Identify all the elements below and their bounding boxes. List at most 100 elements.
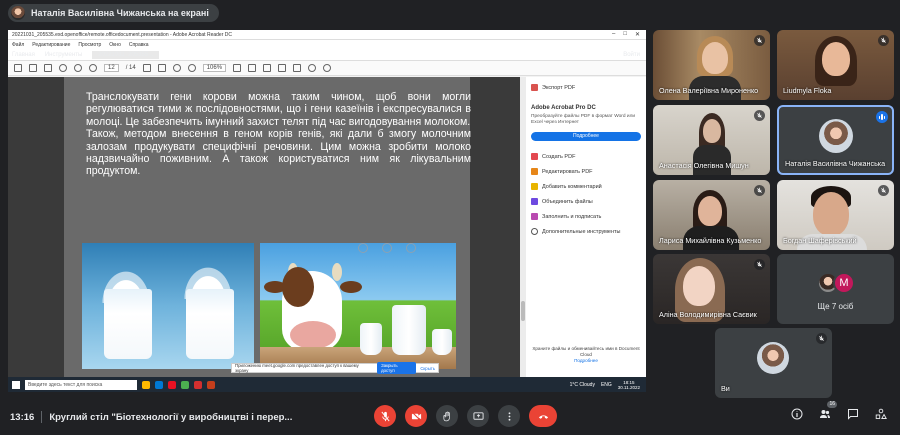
create-pdf-label: Создать PDF [542,153,576,160]
participant-tile[interactable]: Богдан Шаферівський [777,180,894,250]
presenter-indicator[interactable]: Наталія Василівна Чижанська на екрані [8,4,219,22]
chat-button[interactable] [846,407,860,421]
page-number-input[interactable]: 12 [104,64,119,72]
leave-call-button[interactable] [529,405,557,427]
powerpoint-icon[interactable] [207,380,215,389]
participant-tile-active[interactable]: Наталія Василівна Чижанська [777,105,894,175]
tab-tools[interactable]: Инструменты [45,52,82,58]
menu-window[interactable]: Окно [109,42,121,48]
edit-pdf-item[interactable]: Редактировать PDF [531,164,641,179]
tab-home[interactable]: Главная [12,52,35,58]
more-tools-item[interactable]: Дополнительные инструменты [531,224,641,239]
page-up-icon[interactable] [74,64,82,72]
print-icon[interactable] [29,64,37,72]
tools-pane: Экспорт PDF Adobe Acrobat Pro DC Преобра… [526,77,646,392]
language-indicator[interactable]: ENG [601,382,612,388]
combine-files-label: Объединить файлы [542,198,593,205]
hand-tool-icon[interactable] [157,64,166,72]
menu-help[interactable]: Справка [129,42,149,48]
save-icon[interactable] [14,64,22,72]
mic-off-icon [754,259,765,270]
acrobat-window-title: 20221031_205535.exd.openoffice/remote.of… [12,31,232,38]
create-pdf-item[interactable]: Создать PDF [531,149,641,164]
activities-button[interactable] [874,407,888,421]
product-title: Adobe Acrobat Pro DC [531,105,596,111]
comment-icon[interactable] [263,64,272,72]
acrobat-icon[interactable] [194,380,202,389]
people-button[interactable]: 16 [818,401,837,421]
participant-tile[interactable]: Лариса Михайлівна Кузьменко [653,180,770,250]
zoom-select[interactable]: 106% [202,64,227,72]
close-icon[interactable]: ✕ [635,31,640,38]
share-icon[interactable] [323,64,332,72]
taskbar-clock[interactable]: 18:15 30.11.2022 [618,380,640,390]
add-comment-label: Добавить комментарий [542,183,602,190]
select-tool-icon[interactable] [142,64,151,72]
cloud-promo-link[interactable]: Подробнее [531,358,641,364]
meeting-time: 13:16 [10,411,35,423]
sign-in-link[interactable]: Войти [623,52,646,58]
hide-banner-button[interactable]: Скрыть [420,366,435,371]
speaking-indicator-icon [876,111,888,123]
highlight-icon[interactable] [278,64,287,72]
combine-files-item[interactable]: Объединить файлы [531,194,641,209]
sign-icon[interactable] [308,64,317,72]
fill-sign-icon [531,213,538,220]
hand-icon [442,411,450,421]
details-button[interactable]: Подробнее [531,132,641,141]
zoom-in-icon[interactable] [187,64,196,72]
participant-tile[interactable]: Liudmyla Floka [777,30,894,100]
menu-edit[interactable]: Редактирование [32,42,70,48]
search-icon[interactable] [59,64,67,72]
acrobat-tabs: Главная Инструменты 20221031_205355... В… [8,49,646,61]
self-view-tile[interactable]: Ви [715,328,832,398]
page-down-icon[interactable] [89,64,97,72]
camera-toggle-button[interactable] [405,405,427,427]
present-screen-button[interactable] [467,405,489,427]
meeting-details-button[interactable] [790,407,804,421]
explorer-icon[interactable] [142,380,150,389]
divider [41,411,43,423]
document-area[interactable]: Транслокувати гени корови можна таким чи… [8,77,526,392]
call-controls [374,405,557,427]
mic-off-icon[interactable] [358,243,368,253]
participant-tile[interactable]: Анастасія Олегівна Мишун [653,105,770,175]
present-icon [472,411,484,420]
scrollbar-thumb[interactable] [521,301,525,321]
document-tab[interactable]: 20221031_205355... [92,50,160,59]
fit-page-icon[interactable] [233,64,242,72]
windows-start-icon[interactable] [12,380,20,389]
minimize-icon[interactable]: – [612,31,615,38]
self-avatar [757,342,789,374]
menu-file[interactable]: Файл [12,42,24,48]
edge-icon[interactable] [155,380,163,389]
more-options-button[interactable] [498,405,520,427]
mic-off-icon [380,411,390,421]
more-participants-avatars: M [817,272,855,294]
fill-sign-item[interactable]: Заполнить и подписать [531,209,641,224]
chrome-icon[interactable] [181,380,189,389]
zoom-out-icon[interactable] [172,64,181,72]
office-icon[interactable] [168,380,176,389]
stop-sharing-button[interactable]: Закрыть доступ [377,362,417,374]
acrobat-toolbar: 12 / 14 106% [8,61,646,76]
draw-icon[interactable] [293,64,302,72]
scroll-mode-icon[interactable] [248,64,257,72]
menu-view[interactable]: Просмотр [78,42,101,48]
mic-off-icon [878,35,889,46]
weather-label[interactable]: 1°C Cloudy [570,382,595,388]
taskbar-search[interactable]: Введите здесь текст для поиска [25,379,137,390]
microphone-toggle-button[interactable] [374,405,396,427]
more-participants-tile[interactable]: M Ще 7 осіб [777,254,894,324]
maximize-icon[interactable]: □ [623,31,627,38]
add-comment-item[interactable]: Добавить комментарий [531,179,641,194]
minimize-tile-icon[interactable] [406,243,416,253]
raise-hand-button[interactable] [436,405,458,427]
participant-tile[interactable]: Олена Валеріївна Мироненко [653,30,770,100]
pin-icon[interactable] [382,243,392,253]
people-count-badge: 16 [827,401,837,408]
participant-tile[interactable]: Аліна Володимирівна Саєвик [653,254,770,324]
mic-off-icon [878,185,889,196]
mail-icon[interactable] [44,64,52,72]
export-pdf-item[interactable]: Экспорт PDF [531,80,641,95]
